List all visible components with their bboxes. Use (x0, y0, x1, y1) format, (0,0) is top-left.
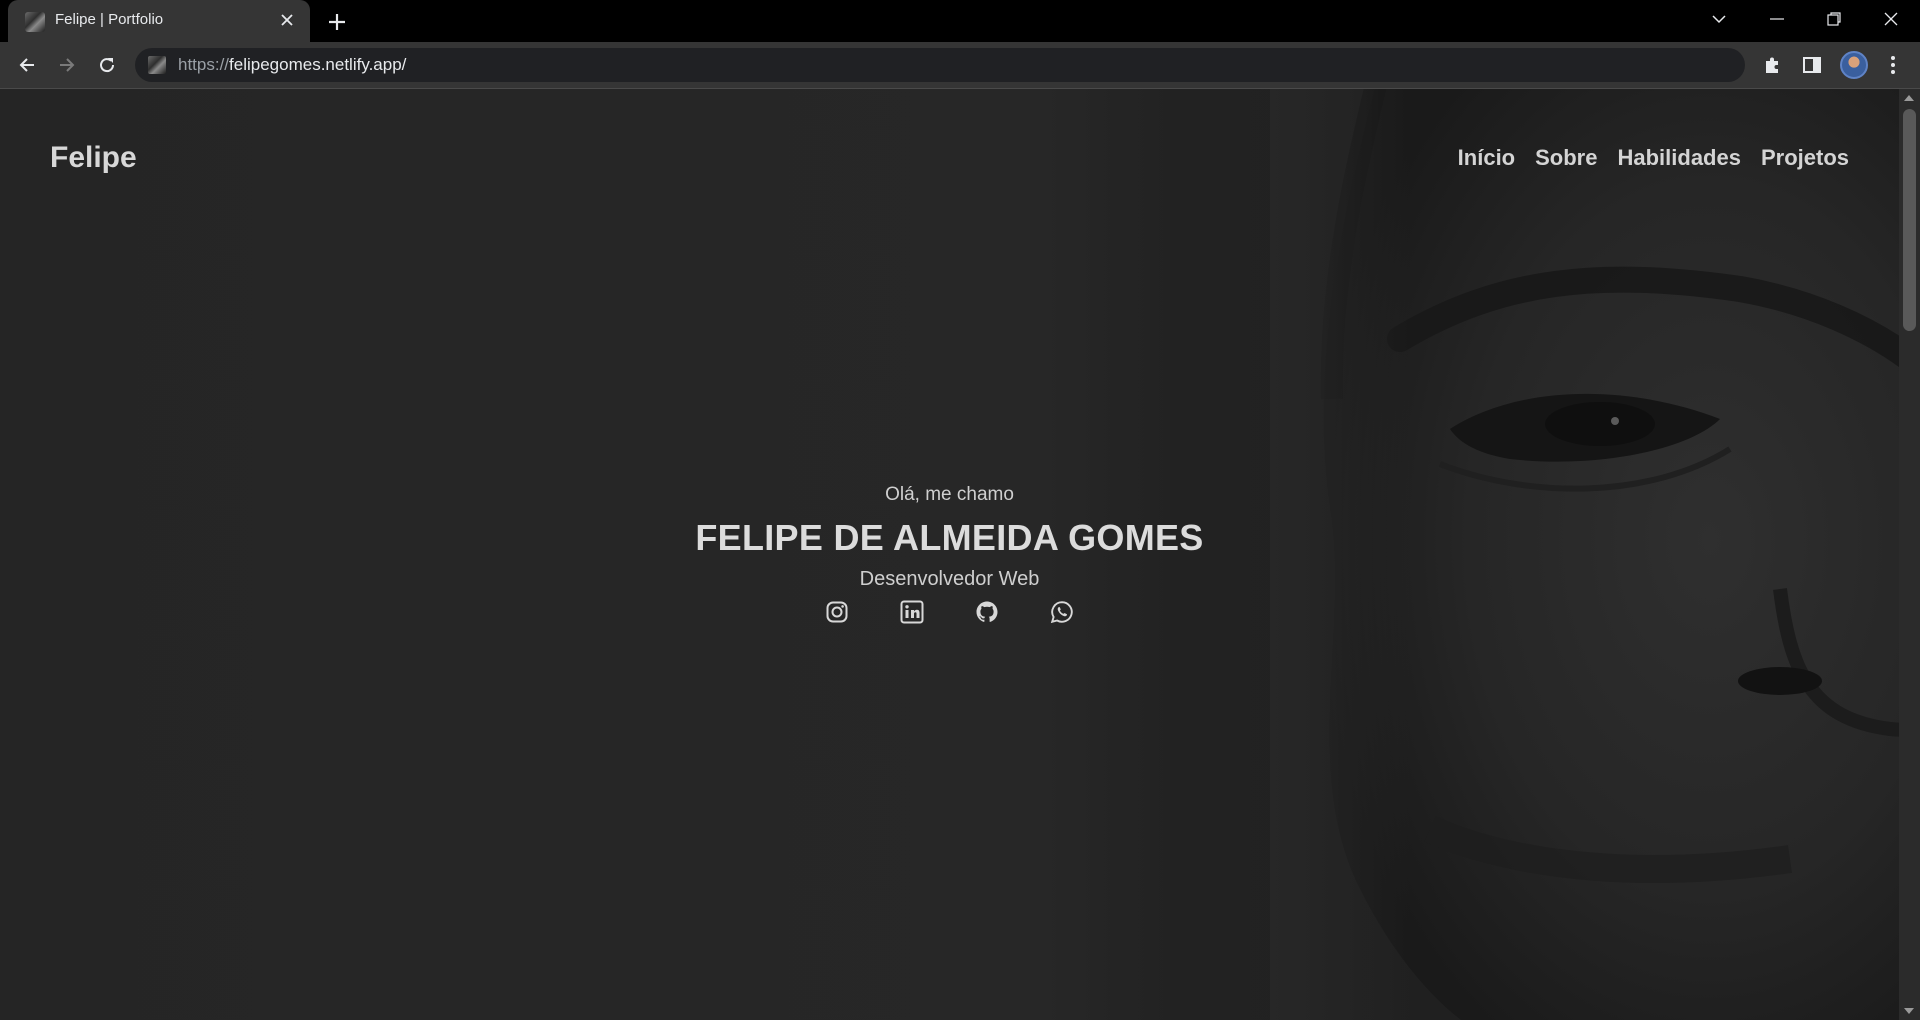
minimize-icon[interactable] (1748, 0, 1806, 38)
tab-title: Felipe | Portfolio (55, 11, 164, 28)
page-scrollbar[interactable] (1899, 89, 1920, 1020)
browser-tab[interactable]: Felipe | Portfolio (8, 0, 310, 42)
site-logo[interactable]: Felipe (50, 141, 137, 175)
hero-name: FELIPE DE ALMEIDA GOMES (695, 517, 1204, 558)
site-favicon-icon (25, 12, 45, 32)
hero-greeting: Olá, me chamo (885, 484, 1014, 505)
scrollbar-thumb[interactable] (1903, 109, 1916, 331)
social-links (0, 600, 1899, 624)
profile-avatar[interactable] (1840, 51, 1868, 79)
browser-toolbar: https://felipegomes.netlify.app/ (0, 42, 1920, 89)
close-window-icon[interactable] (1862, 0, 1920, 38)
back-arrow-icon[interactable] (14, 52, 40, 78)
reload-icon[interactable] (94, 52, 120, 78)
instagram-icon[interactable] (825, 600, 849, 624)
scroll-up-arrow-icon[interactable] (1904, 95, 1914, 101)
main-nav: Início Sobre Habilidades Projetos (1458, 145, 1849, 171)
restore-icon[interactable] (1805, 0, 1863, 38)
site-favicon-icon (148, 56, 166, 74)
url-text[interactable]: https://felipegomes.netlify.app/ (178, 55, 406, 75)
menu-kebab-icon[interactable] (1880, 52, 1906, 78)
extensions-puzzle-icon[interactable] (1759, 52, 1785, 78)
url-host: felipegomes.netlify.app/ (229, 55, 407, 74)
nav-link-habilidades[interactable]: Habilidades (1617, 145, 1740, 171)
close-tab-icon[interactable] (276, 9, 298, 31)
whatsapp-icon[interactable] (1050, 600, 1074, 624)
forward-arrow-icon[interactable] (54, 52, 80, 78)
browser-titlebar: Felipe | Portfolio (0, 0, 1920, 42)
portfolio-page: Felipe Início Sobre Habilidades Projetos… (0, 89, 1899, 1020)
nav-link-sobre[interactable]: Sobre (1535, 145, 1597, 171)
nav-link-projetos[interactable]: Projetos (1761, 145, 1849, 171)
github-icon[interactable] (975, 600, 999, 624)
url-scheme: https:// (178, 55, 230, 74)
new-tab-icon[interactable] (324, 9, 350, 35)
hero-role: Desenvolvedor Web (859, 568, 1040, 590)
linkedin-icon[interactable] (900, 600, 924, 624)
tab-search-icon[interactable] (1690, 0, 1748, 38)
nav-link-inicio[interactable]: Início (1458, 145, 1515, 171)
address-bar[interactable]: https://felipegomes.netlify.app/ (135, 48, 1745, 82)
side-panel-icon[interactable] (1799, 52, 1825, 78)
scroll-down-arrow-icon[interactable] (1904, 1008, 1914, 1014)
